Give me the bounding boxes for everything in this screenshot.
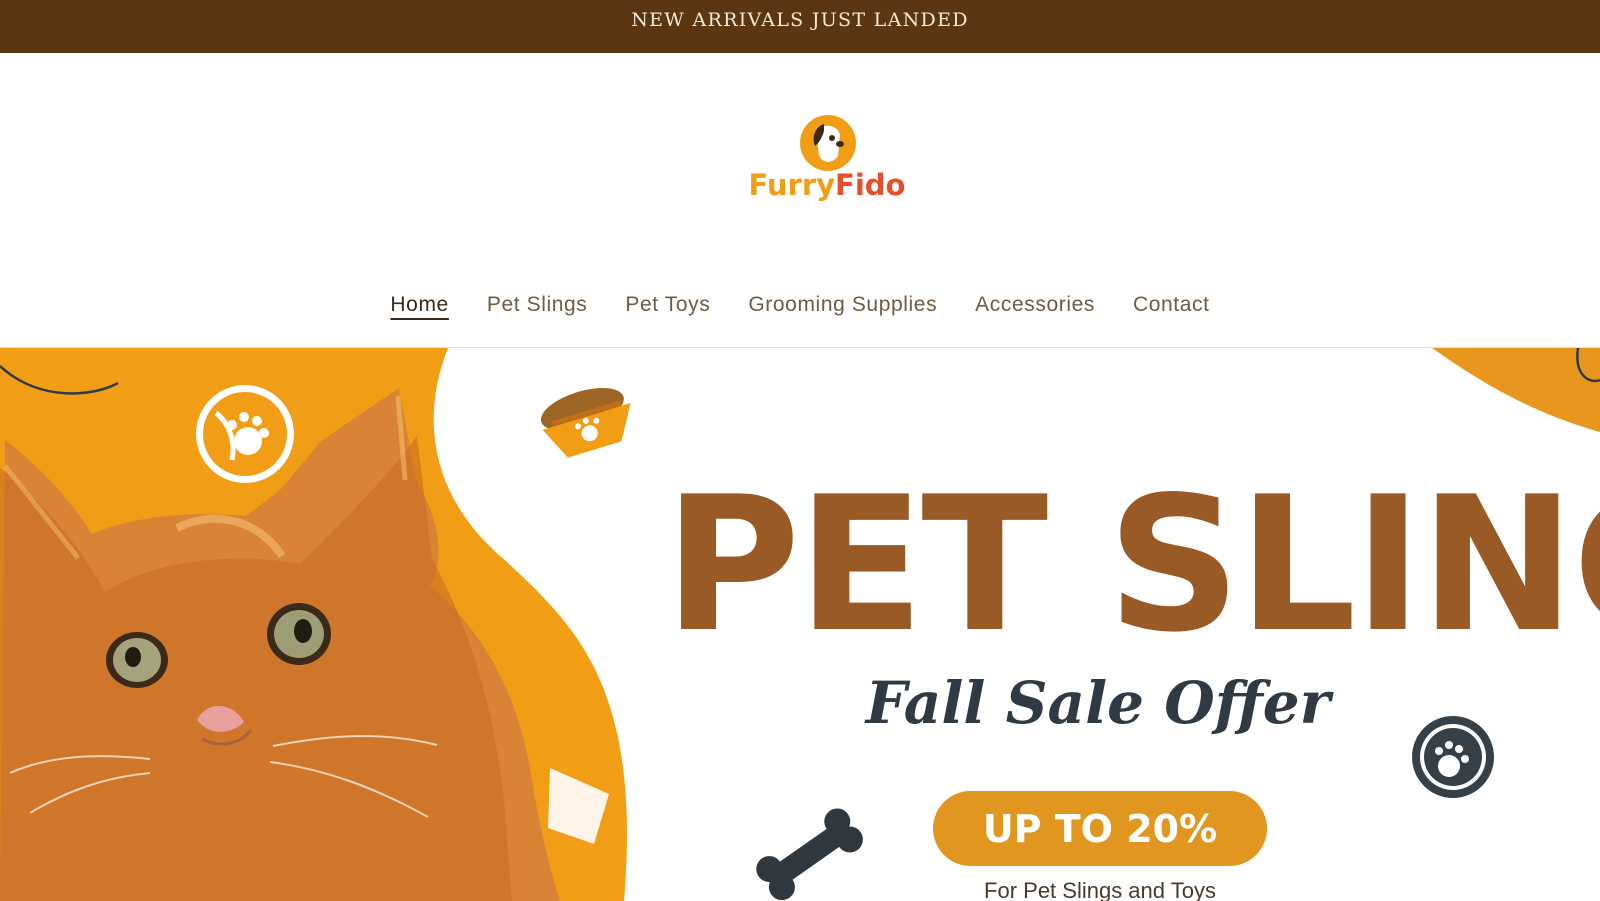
main-navigation: Home Pet Slings Pet Toys Grooming Suppli… <box>0 293 1600 333</box>
food-bowl-icon <box>540 388 631 458</box>
brand-name-fido: Fido <box>835 168 906 202</box>
brand-logo[interactable]: Furry Fido <box>738 168 916 210</box>
bone-icon <box>756 808 863 901</box>
nav-home[interactable]: Home <box>371 293 467 333</box>
hero-banner[interactable]: PET SLING Fall Sale Offer UP TO 20% For … <box>0 348 1600 901</box>
paw-badge-icon <box>196 385 294 483</box>
nav-accessories[interactable]: Accessories <box>956 293 1114 333</box>
dark-paw-icon <box>1412 716 1494 798</box>
brand-name-furry: Furry <box>748 168 836 202</box>
hero-subheadline: Fall Sale Offer <box>865 669 1331 737</box>
nav-grooming-supplies[interactable]: Grooming Supplies <box>729 293 956 333</box>
hero-headline: PET SLING <box>664 456 1600 673</box>
announcement-text: NEW ARRIVALS JUST LANDED <box>631 8 969 31</box>
nav-pet-toys[interactable]: Pet Toys <box>606 293 729 333</box>
announcement-bar: NEW ARRIVALS JUST LANDED <box>0 0 1600 53</box>
nav-contact[interactable]: Contact <box>1114 293 1229 333</box>
nav-pet-slings[interactable]: Pet Slings <box>468 293 607 333</box>
hero-footnote: For Pet Slings and Toys <box>984 878 1216 901</box>
logo-mark-icon[interactable] <box>798 113 858 173</box>
discount-badge[interactable]: UP TO 20% <box>933 791 1267 866</box>
